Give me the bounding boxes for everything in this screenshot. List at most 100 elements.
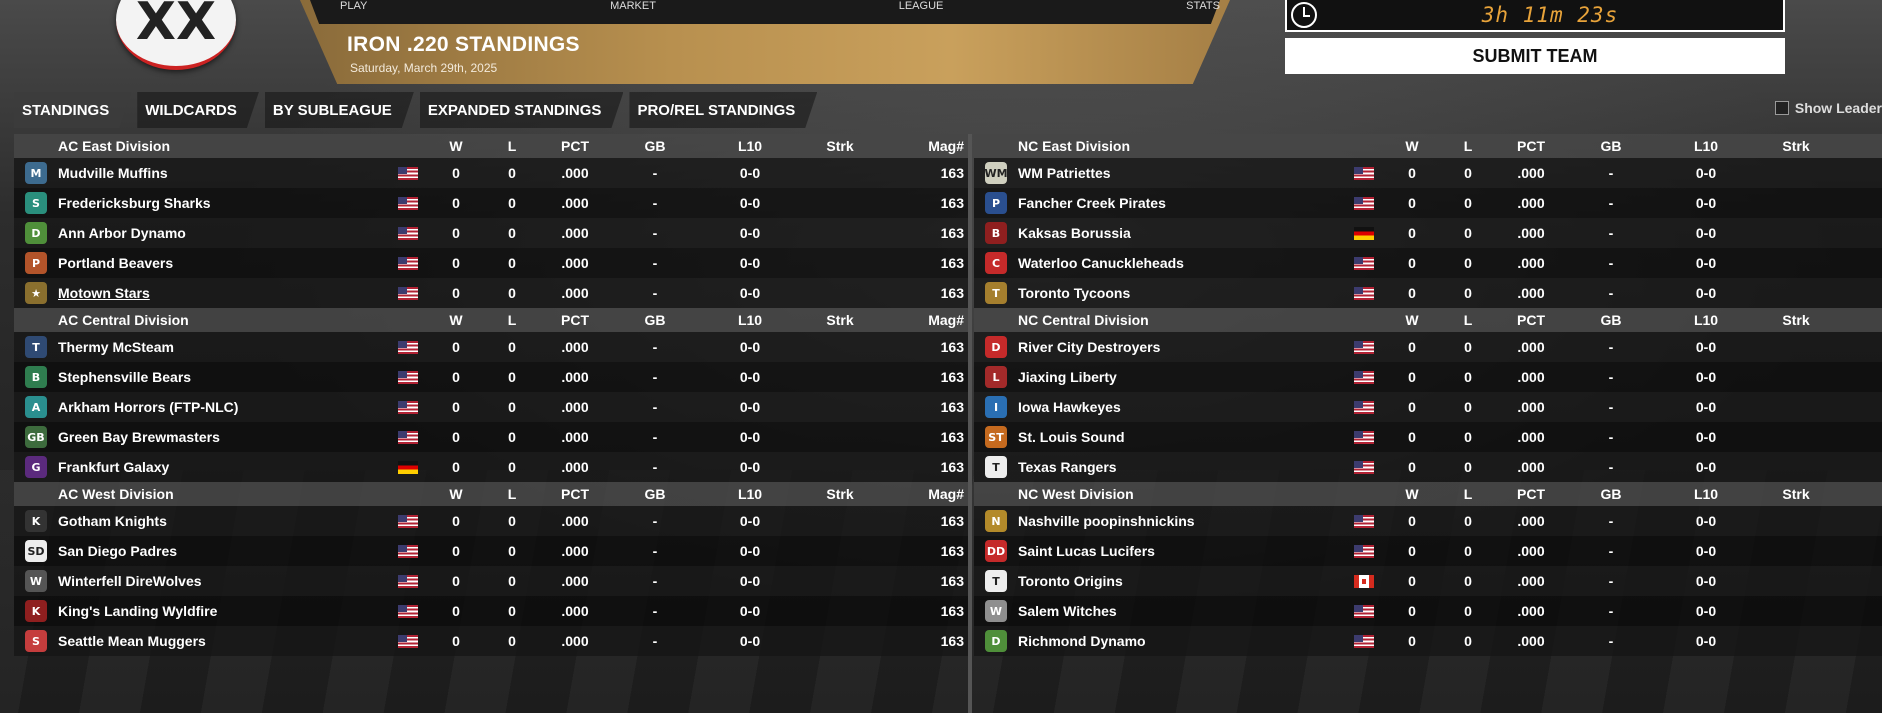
team-row[interactable]: SD San Diego Padres 0 0 .000 - 0-0 163 (14, 536, 968, 566)
team-row[interactable]: I Iowa Hawkeyes 0 0 .000 - 0-0 (974, 392, 1882, 422)
team-name[interactable]: Fredericksburg Sharks (58, 195, 388, 211)
team-l10: 0-0 (739, 369, 761, 385)
tab-standings[interactable]: STANDINGS (14, 92, 131, 128)
top-menu-league[interactable]: LEAGUE (899, 0, 944, 12)
team-name[interactable]: Kaksas Borussia (1018, 225, 1344, 241)
team-row[interactable]: P Fancher Creek Pirates 0 0 .000 - 0-0 (974, 188, 1882, 218)
team-wins: 0 (452, 429, 460, 445)
team-row[interactable]: W Winterfell DireWolves 0 0 .000 - 0-0 163 (14, 566, 968, 596)
us-flag-icon (1354, 460, 1374, 474)
team-row[interactable]: K Gotham Knights 0 0 .000 - 0-0 163 (14, 506, 968, 536)
team-name[interactable]: Portland Beavers (58, 255, 388, 271)
us-flag-icon (398, 544, 418, 558)
de-flag-icon (1354, 226, 1374, 240)
team-pct: .000 (1517, 255, 1545, 271)
team-name[interactable]: River City Destroyers (1018, 339, 1344, 355)
team-row[interactable]: S Fredericksburg Sharks 0 0 .000 - 0-0 163 (14, 188, 968, 218)
top-menu: PLAY MARKET LEAGUE STATS (340, 0, 1220, 12)
team-name[interactable]: Ann Arbor Dynamo (58, 225, 388, 241)
show-leader-toggle[interactable]: Show Leader (1774, 100, 1882, 116)
team-row[interactable]: GB Green Bay Brewmasters 0 0 .000 - 0-0 163 (14, 422, 968, 452)
team-pct: .000 (561, 573, 589, 589)
team-row[interactable]: T Texas Rangers 0 0 .000 - 0-0 (974, 452, 1882, 482)
team-magic-number: 163 (940, 195, 964, 211)
team-row[interactable]: A Arkham Horrors (FTP-NLC) 0 0 .000 - 0-0 163 (14, 392, 968, 422)
team-row[interactable]: WM WM Patriettes 0 0 .000 - 0-0 (974, 158, 1882, 188)
team-row[interactable]: ★ Motown Stars 0 0 .000 - 0-0 163 (14, 278, 968, 308)
team-row[interactable]: T Toronto Origins 0 0 .000 - 0-0 (974, 566, 1882, 596)
team-name[interactable]: Arkham Horrors (FTP-NLC) (58, 399, 388, 415)
team-row[interactable]: N Nashville poopinshnickins 0 0 .000 - 0-0 (974, 506, 1882, 536)
division-name: NC West Division (1018, 486, 1134, 502)
team-row[interactable]: K King's Landing Wyldfire 0 0 .000 - 0-0 163 (14, 596, 968, 626)
team-logo-cell: DD (974, 540, 1018, 562)
team-row[interactable]: B Kaksas Borussia 0 0 .000 - 0-0 (974, 218, 1882, 248)
league-logo[interactable]: XX (116, 0, 236, 70)
team-row[interactable]: ST St. Louis Sound 0 0 .000 - 0-0 (974, 422, 1882, 452)
team-name[interactable]: Gotham Knights (58, 513, 388, 529)
team-name[interactable]: Nashville poopinshnickins (1018, 513, 1344, 529)
team-name[interactable]: Salem Witches (1018, 603, 1344, 619)
team-name[interactable]: Toronto Tycoons (1018, 285, 1344, 301)
team-name[interactable]: Frankfurt Galaxy (58, 459, 388, 475)
team-name[interactable]: Fancher Creek Pirates (1018, 195, 1344, 211)
header: XX PLAY MARKET LEAGUE STATS IRON .220 ST… (0, 0, 1882, 86)
team-name[interactable]: Texas Rangers (1018, 459, 1344, 475)
team-pct: .000 (561, 399, 589, 415)
team-name[interactable]: Saint Lucas Lucifers (1018, 543, 1344, 559)
team-name[interactable]: Thermy McSteam (58, 339, 388, 355)
team-name[interactable]: WM Patriettes (1018, 165, 1344, 181)
team-logo-cell: T (974, 456, 1018, 478)
team-flag-cell (1344, 256, 1384, 270)
nc-standings-panel: NC East Division W L PCT GB L10 Strk WM WM Patri… (974, 134, 1882, 656)
team-row[interactable]: S Seattle Mean Muggers 0 0 .000 - 0-0 163 (14, 626, 968, 656)
tab-by-subleague[interactable]: BY SUBLEAGUE (265, 92, 414, 128)
top-menu-stats[interactable]: STATS (1186, 0, 1220, 12)
team-row[interactable]: D Richmond Dynamo 0 0 .000 - 0-0 (974, 626, 1882, 656)
team-name[interactable]: Seattle Mean Muggers (58, 633, 388, 649)
top-menu-market[interactable]: MARKET (610, 0, 656, 12)
team-name[interactable]: Green Bay Brewmasters (58, 429, 388, 445)
team-name[interactable]: Motown Stars (58, 285, 388, 301)
team-row[interactable]: B Stephensville Bears 0 0 .000 - 0-0 163 (14, 362, 968, 392)
team-gb: - (1608, 165, 1614, 181)
standings-tabs: STANDINGS WILDCARDS BY SUBLEAGUE EXPANDE… (14, 92, 1882, 128)
team-row[interactable]: G Frankfurt Galaxy 0 0 .000 - 0-0 163 (14, 452, 968, 482)
team-logo-icon: WM (984, 162, 1008, 184)
team-row[interactable]: W Salem Witches 0 0 .000 - 0-0 (974, 596, 1882, 626)
team-gb: - (652, 513, 658, 529)
tab-expanded-standings[interactable]: EXPANDED STANDINGS (420, 92, 624, 128)
submit-team-button[interactable]: SUBMIT TEAM (1285, 38, 1785, 74)
col-header-pct: PCT (1517, 138, 1545, 154)
team-wins: 0 (452, 633, 460, 649)
team-row[interactable]: P Portland Beavers 0 0 .000 - 0-0 163 (14, 248, 968, 278)
show-leader-checkbox[interactable] (1774, 101, 1789, 115)
team-name[interactable]: San Diego Padres (58, 543, 388, 559)
team-row[interactable]: C Waterloo Canuckleheads 0 0 .000 - 0-0 (974, 248, 1882, 278)
team-row[interactable]: L Jiaxing Liberty 0 0 .000 - 0-0 (974, 362, 1882, 392)
team-logo-icon: T (985, 570, 1007, 592)
team-row[interactable]: M Mudville Muffins 0 0 .000 - 0-0 163 (14, 158, 968, 188)
team-magic-number: 163 (940, 339, 964, 355)
team-name[interactable]: Jiaxing Liberty (1018, 369, 1344, 385)
team-row[interactable]: T Thermy McSteam 0 0 .000 - 0-0 163 (14, 332, 968, 362)
team-l10: 0-0 (1695, 399, 1717, 415)
team-name[interactable]: Mudville Muffins (58, 165, 388, 181)
tab-wildcards[interactable]: WILDCARDS (137, 92, 259, 128)
team-row[interactable]: DD Saint Lucas Lucifers 0 0 .000 - 0-0 (974, 536, 1882, 566)
us-flag-icon (398, 256, 418, 270)
team-name[interactable]: Winterfell DireWolves (58, 573, 388, 589)
team-logo-cell: K (14, 600, 58, 622)
team-row[interactable]: D Ann Arbor Dynamo 0 0 .000 - 0-0 163 (14, 218, 968, 248)
team-name[interactable]: Iowa Hawkeyes (1018, 399, 1344, 415)
top-menu-play[interactable]: PLAY (340, 0, 367, 12)
team-row[interactable]: T Toronto Tycoons 0 0 .000 - 0-0 (974, 278, 1882, 308)
team-name[interactable]: Richmond Dynamo (1018, 633, 1344, 649)
team-name[interactable]: King's Landing Wyldfire (58, 603, 388, 619)
team-name[interactable]: Stephensville Bears (58, 369, 388, 385)
team-name[interactable]: Toronto Origins (1018, 573, 1344, 589)
team-row[interactable]: D River City Destroyers 0 0 .000 - 0-0 (974, 332, 1882, 362)
team-name[interactable]: Waterloo Canuckleheads (1018, 255, 1344, 271)
team-name[interactable]: St. Louis Sound (1018, 429, 1344, 445)
tab-pro-rel-standings[interactable]: PRO/REL STANDINGS (629, 92, 817, 128)
